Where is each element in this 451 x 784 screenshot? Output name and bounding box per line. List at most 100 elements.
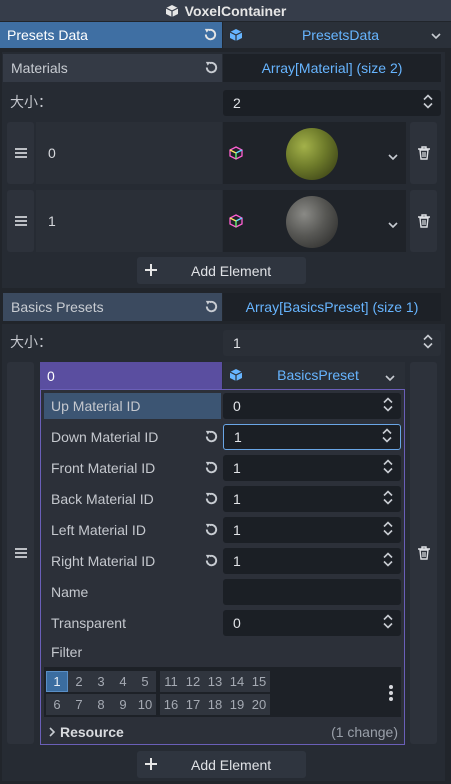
material-index: 1 — [48, 213, 56, 229]
layer-toggle[interactable]: 5 — [134, 671, 156, 692]
right-material-id-property: Right Material ID — [44, 548, 221, 574]
layer-toggle[interactable]: 20 — [248, 694, 270, 715]
layer-toggle[interactable]: 7 — [68, 694, 90, 715]
spin-arrows-icon[interactable] — [383, 552, 393, 570]
name-property: Name — [44, 579, 221, 605]
material-type-icon — [229, 146, 243, 163]
chevron-right-icon — [48, 727, 56, 737]
chevron-down-icon[interactable] — [431, 28, 441, 44]
layer-toggle[interactable]: 15 — [248, 671, 270, 692]
revert-icon[interactable] — [204, 491, 219, 506]
back-material-id-spinbox[interactable]: 1 — [223, 486, 401, 512]
back-material-id-property: Back Material ID — [44, 486, 221, 512]
spin-arrows-icon[interactable] — [383, 397, 393, 415]
layer-toggle[interactable]: 14 — [226, 671, 248, 692]
scrollbar-track[interactable] — [446, 52, 451, 784]
drag-handle[interactable] — [7, 362, 34, 744]
revert-icon[interactable] — [204, 299, 219, 314]
layer-toggle[interactable]: 4 — [112, 671, 134, 692]
property-label: Right Material ID — [51, 553, 156, 569]
chevron-down-icon[interactable] — [388, 149, 398, 165]
layer-toggle[interactable]: 17 — [182, 694, 204, 715]
property-value: 1 — [233, 553, 241, 569]
layer-row-bottom: 6 7 8 9 10 16 17 18 19 20 — [46, 694, 270, 715]
layer-toggle[interactable]: 2 — [68, 671, 90, 692]
property-label: Back Material ID — [51, 491, 154, 507]
spin-arrows-icon[interactable] — [423, 94, 433, 112]
filter-property: Filter — [44, 640, 221, 664]
spin-arrows-icon[interactable] — [383, 490, 393, 508]
inspector-title-bar: VoxelContainer — [0, 0, 451, 21]
revert-icon[interactable] — [204, 60, 219, 75]
drag-handle[interactable] — [7, 122, 34, 184]
layer-toggle[interactable]: 1 — [46, 671, 68, 692]
layer-toggle[interactable]: 10 — [134, 694, 156, 715]
more-options-icon[interactable] — [388, 684, 394, 705]
spin-arrows-icon[interactable] — [382, 428, 392, 446]
layer-toggle[interactable]: 18 — [204, 694, 226, 715]
materials-size-spinbox[interactable]: 2 — [223, 90, 441, 116]
property-label: Name — [51, 584, 89, 600]
remove-element-button[interactable] — [410, 362, 437, 744]
basics-presets-label: Basics Presets — [11, 299, 104, 315]
revert-icon[interactable] — [204, 553, 219, 568]
materials-array-value: Array[Material] (size 2) — [261, 60, 403, 76]
resource-cube-icon — [229, 368, 243, 385]
revert-icon[interactable] — [204, 522, 219, 537]
materials-size-row: 大小： — [10, 91, 210, 113]
trash-icon — [417, 146, 430, 160]
up-material-id-spinbox[interactable]: 0 — [223, 393, 401, 419]
remove-element-button[interactable] — [410, 190, 437, 252]
spin-arrows-icon[interactable] — [423, 334, 433, 352]
basics-presets-property: Basics Presets — [3, 293, 222, 321]
chevron-down-icon[interactable] — [388, 217, 398, 233]
layer-toggle[interactable]: 16 — [160, 694, 182, 715]
materials-array-button[interactable]: Array[Material] (size 2) — [223, 54, 441, 82]
basics-size-spinbox[interactable]: 1 — [223, 330, 441, 356]
down-material-id-property: Down Material ID — [44, 424, 221, 450]
basics-size-label: 大小： — [10, 334, 52, 350]
window-title: VoxelContainer — [184, 2, 287, 19]
layer-toggle[interactable]: 13 — [204, 671, 226, 692]
materials-size-label: 大小： — [10, 94, 52, 110]
drag-handle[interactable] — [7, 190, 34, 252]
layer-toggle[interactable]: 12 — [182, 671, 204, 692]
property-label: Transparent — [51, 615, 126, 631]
name-text-field[interactable] — [223, 579, 401, 605]
left-material-id-property: Left Material ID — [44, 517, 221, 543]
down-material-id-spinbox[interactable]: 1 — [223, 424, 401, 450]
basics-preset-value: BasicsPreset — [277, 367, 359, 383]
right-material-id-spinbox[interactable]: 1 — [223, 548, 401, 574]
layer-toggle[interactable]: 8 — [90, 694, 112, 715]
remove-element-button[interactable] — [410, 122, 437, 184]
left-material-id-spinbox[interactable]: 1 — [223, 517, 401, 543]
presets-data-resource-picker[interactable]: PresetsData — [223, 22, 451, 48]
layer-toggle[interactable]: 9 — [112, 694, 134, 715]
front-material-id-spinbox[interactable]: 1 — [223, 455, 401, 481]
layer-toggle[interactable]: 19 — [226, 694, 248, 715]
basics-presets-array-button[interactable]: Array[BasicsPreset] (size 1) — [223, 293, 441, 321]
property-value: 0 — [233, 615, 241, 631]
layer-toggle[interactable]: 6 — [46, 694, 68, 715]
chevron-down-icon[interactable] — [385, 370, 395, 386]
basics-preset-resource-picker[interactable]: BasicsPreset — [223, 362, 405, 389]
resource-group-header[interactable]: Resource (1 change) — [44, 721, 401, 743]
revert-icon[interactable] — [204, 429, 219, 444]
basics-add-element-button[interactable]: Add Element — [137, 751, 306, 778]
presets-data-label: Presets Data — [7, 27, 88, 43]
property-value: 1 — [233, 460, 241, 476]
front-material-id-property: Front Material ID — [44, 455, 221, 481]
spin-arrows-icon[interactable] — [383, 459, 393, 477]
material-resource-picker[interactable] — [223, 122, 406, 184]
spin-arrows-icon[interactable] — [383, 521, 393, 539]
revert-icon[interactable] — [203, 27, 218, 42]
material-resource-picker[interactable] — [223, 190, 406, 252]
layer-toggle[interactable]: 3 — [90, 671, 112, 692]
layer-toggle[interactable]: 11 — [160, 671, 182, 692]
materials-add-element-button[interactable]: Add Element — [137, 257, 306, 284]
revert-icon[interactable] — [204, 460, 219, 475]
transparent-spinbox[interactable]: 0 — [223, 610, 401, 636]
hamburger-icon — [14, 548, 27, 558]
spin-arrows-icon[interactable] — [383, 614, 393, 632]
material-index: 0 — [48, 145, 56, 161]
